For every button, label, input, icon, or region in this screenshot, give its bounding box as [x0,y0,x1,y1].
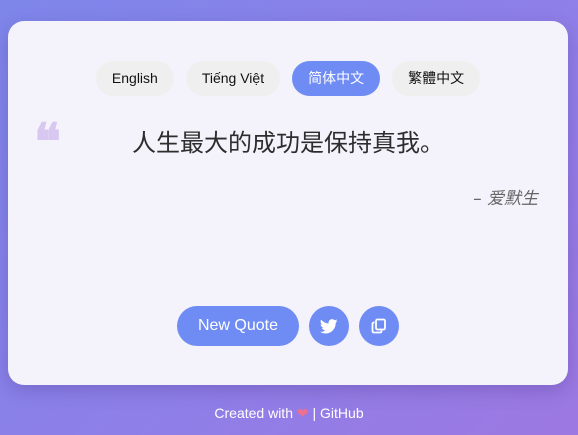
lang-button-english[interactable]: English [95,61,174,96]
lang-button-traditional-chinese[interactable]: 繁體中文 [392,61,481,96]
tweet-button[interactable] [309,306,350,346]
copy-icon [371,318,386,334]
quote-mark-icon: ❝ [34,112,61,171]
action-bar: New Quote [8,306,568,346]
quote-text: 人生最大的成功是保持真我。 [132,129,444,157]
footer-separator: | [312,405,317,421]
quote-card: English Tiếng Việt 简体中文 繁體中文 ❝ 人生最大的成功是保… [8,21,568,385]
lang-button-simplified-chinese[interactable]: 简体中文 [292,61,381,96]
footer-created-with: Created with [214,405,293,421]
new-quote-button[interactable]: New Quote [176,306,300,346]
footer: Created with ❤ | GitHub [0,405,578,422]
twitter-icon [320,318,338,333]
heart-icon: ❤ [296,405,309,421]
language-selector: English Tiếng Việt 简体中文 繁體中文 [8,61,568,96]
copy-button[interactable] [359,306,400,346]
quote-author: – 爱默生 [473,189,538,209]
lang-button-vietnamese[interactable]: Tiếng Việt [185,61,281,96]
github-link[interactable]: GitHub [320,405,364,421]
